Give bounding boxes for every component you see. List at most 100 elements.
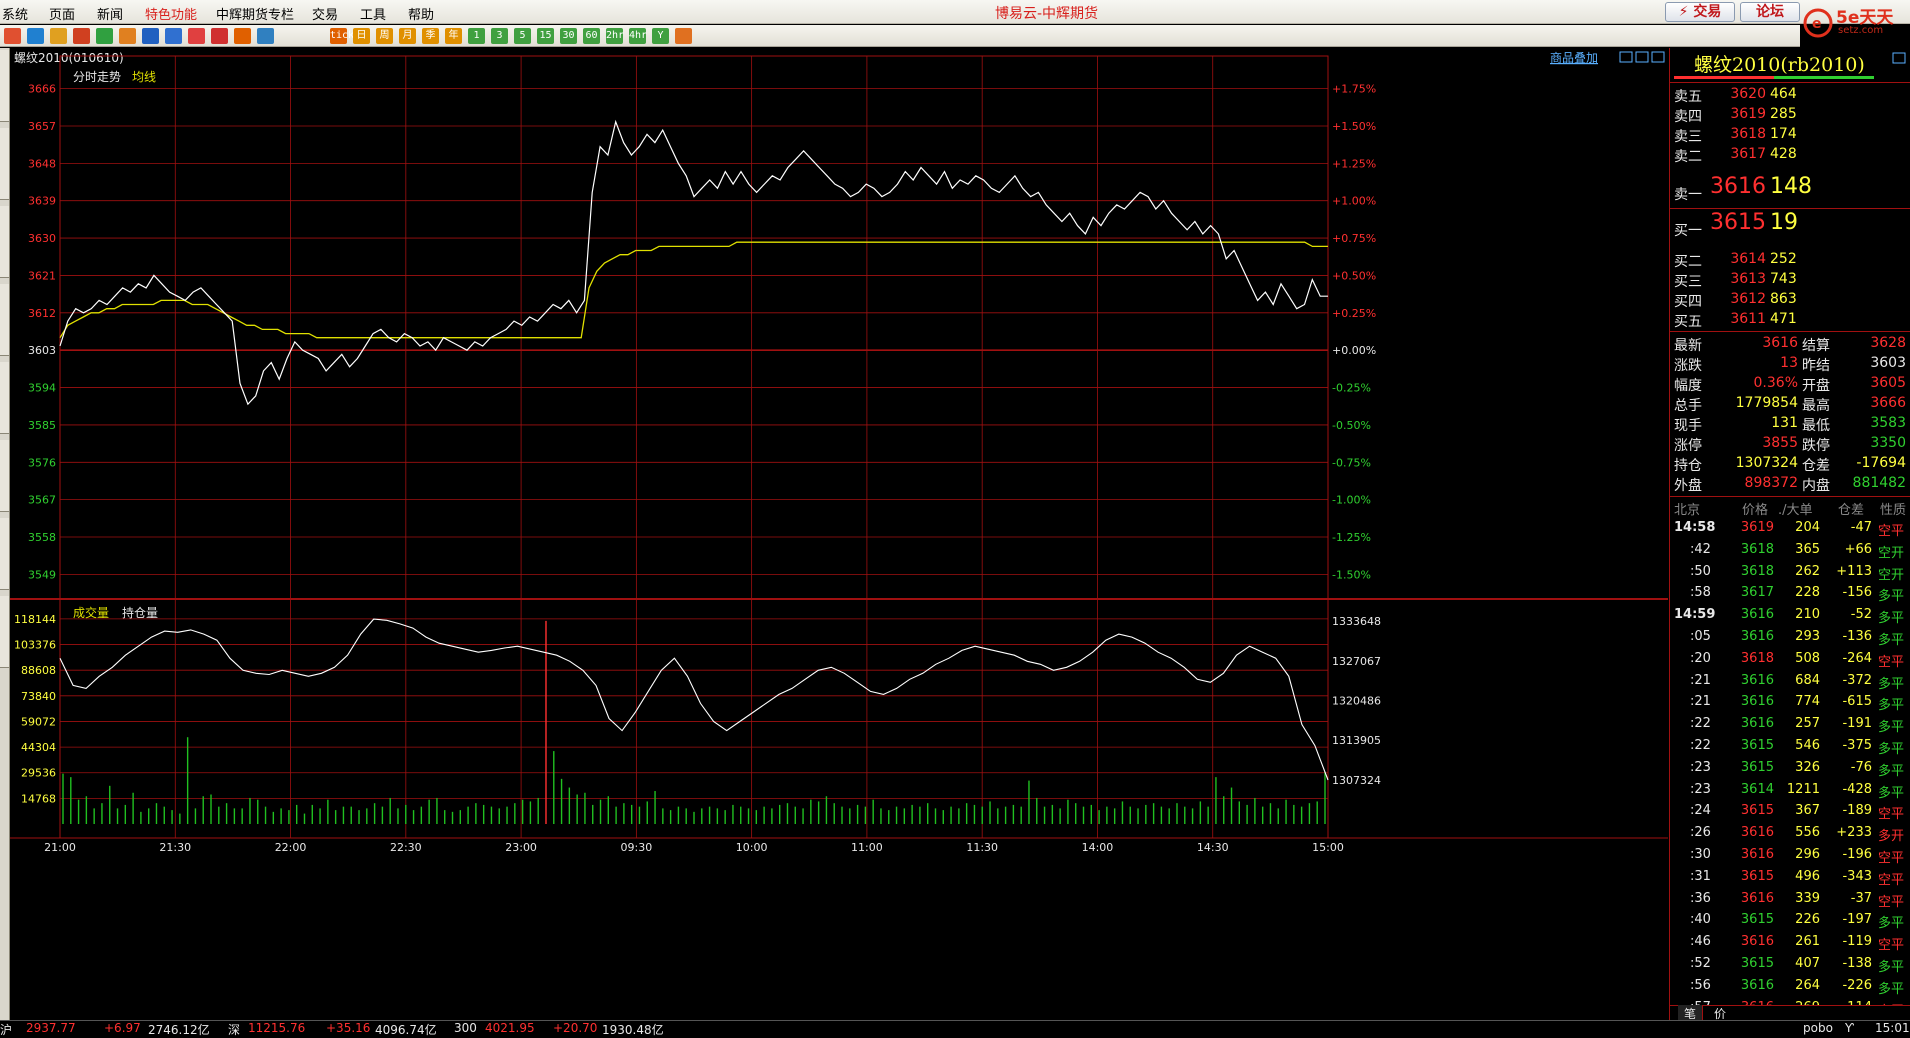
intraday-chart[interactable]: 螺纹2010(010610) 商品叠加 分时走势 均线 成交量 持仓量 3666… xyxy=(10,48,1668,1020)
cy-amount: 1930.48亿 xyxy=(602,1023,664,1037)
menu-news[interactable]: 新闻 xyxy=(97,4,123,23)
tool-11-icon[interactable] xyxy=(257,28,274,44)
level-label: 卖五 xyxy=(1674,89,1702,105)
logo-sub: setz.com xyxy=(1838,25,1884,36)
time-tick-label: 14:30 xyxy=(1197,841,1229,854)
tool-27-icon[interactable] xyxy=(675,28,692,44)
tab-price[interactable]: 价 xyxy=(1714,1005,1726,1020)
level-label: 卖三 xyxy=(1674,129,1702,145)
tick-price: 3618 xyxy=(1740,650,1774,666)
tick-price: 3615 xyxy=(1740,912,1774,928)
toolbar: tick 日周月季年 1 3 5 15 30 60 2hr 4hr Y xyxy=(0,25,1800,47)
time-tick-label: 09:30 xyxy=(621,841,653,854)
stat-value: 3605 xyxy=(1870,375,1906,391)
tick-oi-change: -375 xyxy=(1842,738,1872,753)
period-16-button[interactable]: 季 xyxy=(422,28,439,44)
side-tab-5[interactable] xyxy=(0,362,9,434)
side-tab-2[interactable] xyxy=(0,128,9,200)
time-tick-label: 22:30 xyxy=(390,841,422,854)
tool-6-icon[interactable] xyxy=(142,28,159,44)
tick-price: 3619 xyxy=(1740,520,1774,535)
tick-time: :50 xyxy=(1690,563,1711,579)
expand-icon[interactable] xyxy=(1892,52,1906,64)
side-tab-4[interactable] xyxy=(0,284,9,356)
menu-tools[interactable]: 工具 xyxy=(360,4,386,23)
menu-help[interactable]: 帮助 xyxy=(408,4,434,23)
tick-nature: 多平 xyxy=(1878,916,1905,932)
tool-9-icon[interactable] xyxy=(211,28,228,44)
price-line xyxy=(59,119,1328,406)
left-vertical-tabs xyxy=(0,48,10,1020)
period-19-button[interactable]: 3 xyxy=(491,28,508,44)
menu-system[interactable]: 系统 xyxy=(2,4,28,23)
period-18-button[interactable]: 1 xyxy=(468,28,485,44)
period-26-button[interactable]: Y xyxy=(652,28,669,44)
tool-1-icon[interactable] xyxy=(27,28,44,44)
tick-time: :05 xyxy=(1690,629,1711,644)
tool-0-icon[interactable] xyxy=(4,28,21,44)
period-17-button[interactable]: 年 xyxy=(445,28,462,44)
period-23-button[interactable]: 60 xyxy=(583,28,600,44)
chart-restore-icon[interactable] xyxy=(1635,51,1649,63)
period-14-button[interactable]: 周 xyxy=(376,28,393,44)
period-12-button[interactable]: tick xyxy=(330,28,354,44)
pct-tick-label: +0.50% xyxy=(1332,269,1376,282)
side-tab-6[interactable] xyxy=(0,440,9,512)
tick-time: :56 xyxy=(1690,977,1711,993)
menu-trade[interactable]: 交易 xyxy=(312,4,338,23)
menu-features[interactable]: 特色功能 xyxy=(145,4,197,23)
level-price: 3614 xyxy=(1730,251,1766,267)
side-tab-3[interactable] xyxy=(0,206,9,278)
menu-page[interactable]: 页面 xyxy=(49,4,75,23)
period-21-button[interactable]: 15 xyxy=(537,28,554,44)
price-tick-label: 3639 xyxy=(28,195,56,208)
tick-time: :42 xyxy=(1690,541,1711,557)
tab-ticks[interactable]: 笔 xyxy=(1678,1005,1704,1020)
side-tab-1[interactable] xyxy=(0,50,9,122)
tick-oi-change: -226 xyxy=(1842,977,1872,993)
tool-2-icon[interactable] xyxy=(50,28,67,44)
tick-nature: 多平 xyxy=(1878,589,1905,605)
tick-nature: 空平 xyxy=(1878,807,1905,823)
legend-avg: 均线 xyxy=(132,70,156,84)
tool-5-icon[interactable] xyxy=(119,28,136,44)
tool-10-icon[interactable] xyxy=(234,28,251,44)
chart-minimize-icon[interactable] xyxy=(1619,51,1633,63)
trade-button[interactable]: ⚡ 交易 xyxy=(1665,2,1735,22)
menu-zhonghui-column[interactable]: 中辉期货专栏 xyxy=(216,4,294,23)
period-24-button[interactable]: 2hr xyxy=(606,28,624,44)
level-volume: 471 xyxy=(1770,311,1797,327)
period-20-button[interactable]: 5 xyxy=(514,28,531,44)
period-22-button[interactable]: 30 xyxy=(560,28,577,44)
period-15-button[interactable]: 月 xyxy=(399,28,416,44)
tick-oi-change: -428 xyxy=(1842,781,1872,797)
sell1-volume: 148 xyxy=(1770,174,1812,199)
stat-label: 持仓 xyxy=(1674,458,1702,474)
pct-tick-label: +0.00% xyxy=(1332,344,1376,357)
sh-index: 2937.77 xyxy=(26,1021,76,1035)
side-tab-7[interactable] xyxy=(0,518,9,590)
level-price: 3612 xyxy=(1730,291,1766,307)
tool-4-icon[interactable] xyxy=(96,28,113,44)
tool-3-icon[interactable] xyxy=(73,28,90,44)
tick-time: :22 xyxy=(1690,738,1711,753)
pct-tick-label: +0.75% xyxy=(1332,232,1376,245)
overlay-link[interactable]: 商品叠加 xyxy=(1550,50,1598,65)
tool-7-icon[interactable] xyxy=(165,28,182,44)
stat-label: 结算 xyxy=(1802,338,1830,354)
tick-nature: 空平 xyxy=(1878,894,1905,910)
chart-maximize-icon[interactable] xyxy=(1651,51,1665,63)
quote-panel: 螺纹2010(rb2010) 卖五 3620 464 卖四 3619 285 卖三 3618 1… xyxy=(1669,48,1910,1020)
tick-nature: 空开 xyxy=(1878,567,1905,583)
tool-8-icon[interactable] xyxy=(188,28,205,44)
tick-time: :46 xyxy=(1690,934,1711,950)
side-tab-8[interactable] xyxy=(0,596,9,668)
forum-button[interactable]: 论坛 xyxy=(1740,2,1800,22)
period-25-button[interactable]: 4hr xyxy=(629,28,647,44)
site-logo[interactable]: e 5e天天 setz.com xyxy=(1800,1,1908,47)
tick-volume: 496 xyxy=(1795,868,1820,884)
tick-price: 3616 xyxy=(1740,934,1774,950)
period-13-button[interactable]: 日 xyxy=(353,28,370,44)
stat-value: 1779854 xyxy=(1735,395,1798,411)
price-tick-label: 3621 xyxy=(28,269,56,282)
